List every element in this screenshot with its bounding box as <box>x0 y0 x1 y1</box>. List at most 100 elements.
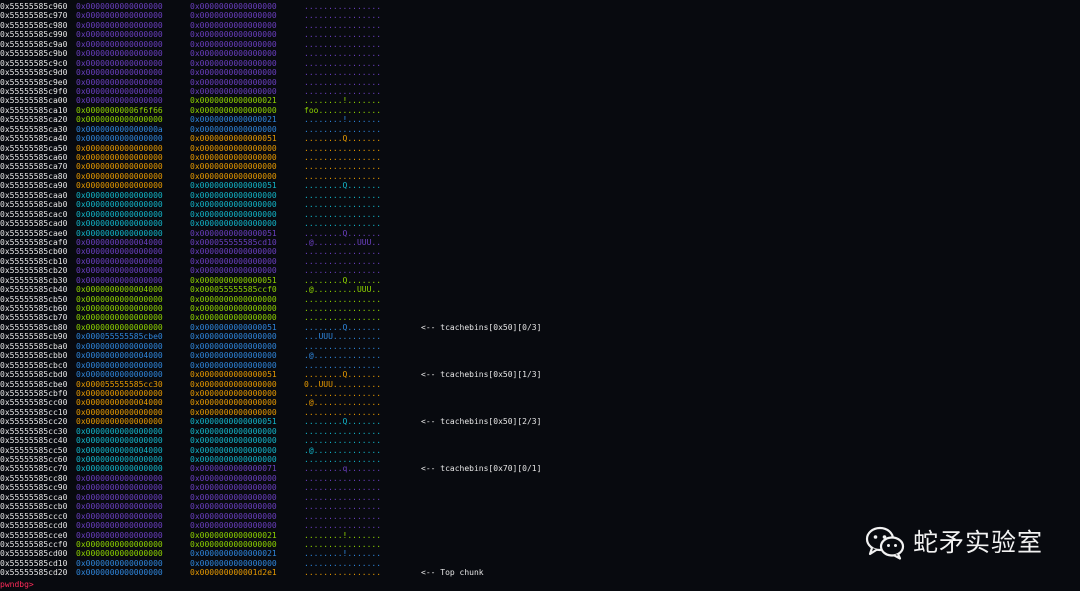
memory-row: 0x55555585ca00 0x0000000000000000 0x000000… <box>0 96 1080 105</box>
address: 0x55555585cc80 <box>0 473 68 483</box>
address: 0x55555585cc60 <box>0 455 68 464</box>
address: 0x55555585cc10 <box>0 407 68 417</box>
memory-row: 0x55555585cad0 0x0000000000000000 0x000000… <box>0 219 1080 228</box>
address: 0x55555585ccd0 <box>0 521 68 531</box>
qword-1: 0x0000000000000000 <box>76 473 163 483</box>
memory-row: 0x55555585c980 0x0000000000000000 0x000000… <box>0 21 1080 30</box>
address: 0x55555585cca0 <box>0 492 68 502</box>
address: 0x55555585cbb0 <box>0 351 68 361</box>
address: 0x55555585ccc0 <box>0 511 68 521</box>
address: 0x55555585cd00 <box>0 549 68 559</box>
memory-row: 0x55555585ca10 0x00000000006f6f66 0x000000… <box>0 106 1080 115</box>
qword-2: 0x0000000000000000 <box>190 20 277 30</box>
address: 0x55555585cbc0 <box>0 360 68 370</box>
annotation: <-- tcachebins[0x70][0/1] <box>421 464 542 474</box>
qword-1: 0x0000000000000000 <box>76 502 163 512</box>
qword-2: 0x0000000000000000 <box>190 407 277 417</box>
ascii-dump: ................ <box>304 58 382 68</box>
qword-1: 0x0000000000000000 <box>76 86 163 96</box>
address: 0x55555585ccb0 <box>0 502 68 512</box>
ascii-dump: ................ <box>304 247 382 257</box>
qword-2: 0x0000000000000000 <box>190 105 277 115</box>
ascii-dump: ................ <box>304 455 382 464</box>
qword-1: 0x0000000000000000 <box>76 2 163 11</box>
qword-1: 0x0000000000000000 <box>76 436 163 446</box>
ascii-dump: ................ <box>304 190 382 200</box>
qword-1: 0x0000000000000000 <box>76 549 163 559</box>
qword-2: 0x0000000000000000 <box>190 313 277 323</box>
ascii-dump: ........!....... <box>304 530 382 540</box>
memory-row: 0x55555585cc00 0x0000000000004000 0x000000… <box>0 398 1080 407</box>
qword-2: 0x0000000000000000 <box>190 153 277 162</box>
qword-1: 0x0000000000000000 <box>76 190 163 200</box>
memory-row: 0x55555585cb30 0x0000000000000000 0x000000… <box>0 276 1080 285</box>
memory-row: 0x55555585ca60 0x0000000000000000 0x000000… <box>0 153 1080 162</box>
address: 0x55555585cd10 <box>0 558 68 568</box>
pwndbg-prompt[interactable]: pwndbg> <box>0 580 34 589</box>
ascii-dump: ........Q....... <box>304 370 382 380</box>
qword-1: 0x000000000000000a <box>76 124 163 134</box>
address: 0x55555585c9e0 <box>0 77 68 87</box>
memory-row: 0x55555585cc40 0x0000000000000000 0x000000… <box>0 436 1080 445</box>
qword-2: 0x0000000000000051 <box>190 322 277 332</box>
memory-row: 0x55555585cc90 0x0000000000000000 0x000000… <box>0 483 1080 492</box>
qword-2: 0x0000000000000000 <box>190 539 277 549</box>
qword-2: 0x0000000000000000 <box>190 304 277 313</box>
qword-1: 0x0000000000000000 <box>76 388 163 398</box>
memory-row: 0x55555585cd10 0x0000000000000000 0x000000… <box>0 559 1080 568</box>
ascii-dump: ........!....... <box>304 549 382 559</box>
address: 0x55555585cc30 <box>0 426 68 436</box>
address: 0x55555585ca20 <box>0 115 68 125</box>
qword-2: 0x0000000000000000 <box>190 492 277 502</box>
memory-row: 0x55555585cca0 0x0000000000000000 0x000000… <box>0 493 1080 502</box>
memory-row: 0x55555585ca70 0x0000000000000000 0x000000… <box>0 162 1080 171</box>
address: 0x55555585cb20 <box>0 266 68 276</box>
address: 0x55555585cb90 <box>0 332 68 342</box>
qword-1: 0x0000000000000000 <box>76 275 163 285</box>
qword-2: 0x0000000000000021 <box>190 530 277 540</box>
ascii-dump: ................ <box>304 511 382 521</box>
qword-1: 0x0000000000000000 <box>76 228 163 238</box>
watermark-text: 蛇矛实验室 <box>913 528 1044 558</box>
ascii-dump: ................ <box>304 388 382 398</box>
qword-2: 0x0000000000000000 <box>190 511 277 521</box>
address: 0x55555585cad0 <box>0 219 68 229</box>
qword-1: 0x0000000000004000 <box>76 237 163 247</box>
ascii-dump: ................ <box>304 124 382 134</box>
memory-row: 0x55555585caf0 0x0000000000004000 0x000055… <box>0 238 1080 247</box>
ascii-dump: ................ <box>304 521 382 531</box>
address: 0x55555585cc00 <box>0 398 68 408</box>
memory-row: 0x55555585cc50 0x0000000000004000 0x000000… <box>0 446 1080 455</box>
qword-2: 0x0000000000000051 <box>190 370 277 380</box>
address: 0x55555585ca80 <box>0 171 68 181</box>
ascii-dump: ................ <box>304 39 382 49</box>
qword-2: 0x0000000000000000 <box>190 360 277 370</box>
ascii-dump: ................ <box>304 209 382 219</box>
address: 0x55555585c990 <box>0 30 68 40</box>
ascii-dump: ................ <box>304 11 382 21</box>
memory-row: 0x55555585cac0 0x0000000000000000 0x000000… <box>0 210 1080 219</box>
qword-1: 0x0000000000000000 <box>76 294 163 304</box>
qword-2: 0x0000000000000000 <box>190 77 277 87</box>
qword-2: 0x0000000000000000 <box>190 49 277 59</box>
memory-row: 0x55555585cb80 0x0000000000000000 0x000000… <box>0 323 1080 332</box>
ascii-dump: ................ <box>304 162 382 172</box>
qword-2: 0x0000000000000000 <box>190 219 277 229</box>
address: 0x55555585cb00 <box>0 247 68 257</box>
qword-1: 0x0000000000000000 <box>76 266 163 276</box>
qword-2: 0x0000000000000051 <box>190 181 277 191</box>
memory-row: 0x55555585c960 0x0000000000000000 0x000000… <box>0 2 1080 11</box>
address: 0x55555585cc20 <box>0 417 68 427</box>
qword-2: 0x0000000000000000 <box>190 39 277 49</box>
qword-2: 0x0000000000000051 <box>190 417 277 427</box>
qword-1: 0x0000000000000000 <box>76 247 163 257</box>
memory-row: 0x55555585cb20 0x0000000000000000 0x000000… <box>0 266 1080 275</box>
qword-1: 0x0000000000000000 <box>76 407 163 417</box>
qword-1: 0x0000000000004000 <box>76 351 163 361</box>
ascii-dump: ................ <box>304 426 382 436</box>
qword-2: 0x0000000000000021 <box>190 115 277 125</box>
ascii-dump: 0..UUU.......... <box>304 379 382 389</box>
memory-row: 0x55555585cc80 0x0000000000000000 0x000000… <box>0 474 1080 483</box>
memory-row: 0x55555585c990 0x0000000000000000 0x000000… <box>0 30 1080 39</box>
qword-2: 0x000000000001d2e1 <box>190 568 277 578</box>
